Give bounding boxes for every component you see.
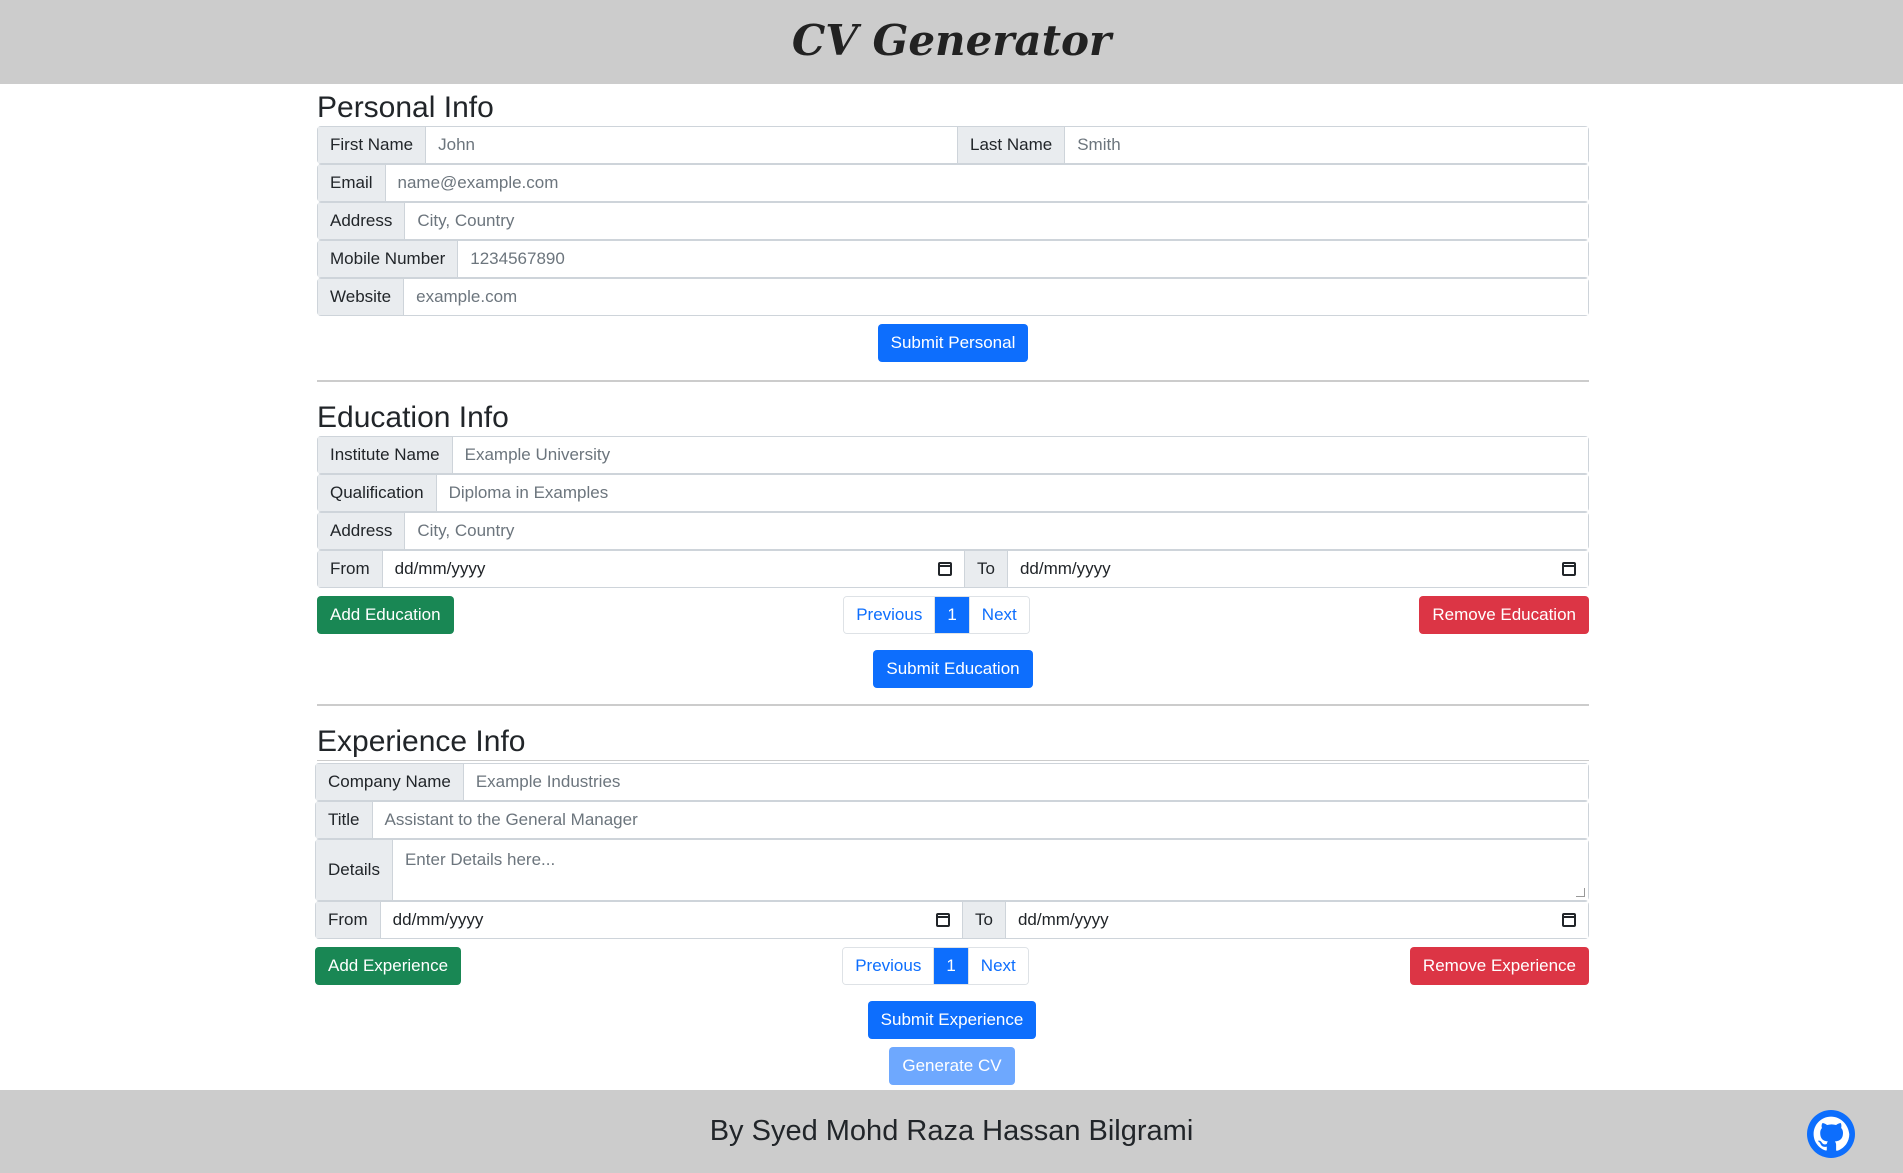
submit-education-button[interactable]: Submit Education: [873, 650, 1033, 688]
pagination-page[interactable]: 1: [933, 948, 968, 984]
education-dates-row: From dd/mm/yyyy To dd/mm/yyyy: [317, 550, 1589, 588]
personal-info-heading: Personal Info: [317, 91, 494, 124]
pagination-next[interactable]: Next: [968, 597, 1029, 633]
add-experience-button[interactable]: Add Experience: [315, 947, 462, 985]
main-content: Personal Info First Name John Last Name …: [315, 84, 1589, 1085]
education-from-date[interactable]: dd/mm/yyyy: [382, 551, 964, 587]
email-input[interactable]: name@example.com: [385, 165, 1588, 201]
education-to-value: dd/mm/yyyy: [1019, 559, 1111, 578]
education-info-heading: Education Info: [317, 401, 509, 434]
address-input[interactable]: City, Country: [405, 203, 1588, 239]
remove-education-button[interactable]: Remove Education: [1419, 596, 1589, 634]
pagination-page[interactable]: 1: [934, 597, 969, 633]
last-name-label: Last Name: [957, 127, 1066, 163]
add-education-button[interactable]: Add Education: [317, 596, 454, 634]
submit-experience-button[interactable]: Submit Experience: [867, 1001, 1037, 1039]
education-address-row: Address City, Country: [317, 512, 1589, 550]
education-from-label: From: [318, 551, 383, 587]
website-label: Website: [318, 279, 405, 315]
address-label: Address: [318, 203, 406, 239]
app-title: CV Generator: [791, 15, 1112, 65]
experience-pagination: Previous 1 Next: [842, 947, 1029, 985]
experience-dates-row: From dd/mm/yyyy To dd/mm/yyyy: [315, 901, 1589, 939]
experience-from-date[interactable]: dd/mm/yyyy: [380, 902, 962, 938]
education-pagination: Previous 1 Next: [843, 596, 1030, 634]
details-placeholder: Enter Details here...: [404, 850, 556, 869]
experience-to-label: To: [962, 902, 1006, 938]
github-icon[interactable]: [1807, 1110, 1855, 1158]
qualification-row: Qualification Diploma in Examples: [317, 474, 1589, 512]
education-to-label: To: [964, 551, 1008, 587]
experience-from-label: From: [316, 902, 381, 938]
title-row: Title Assistant to the General Manager: [315, 801, 1589, 839]
first-name-input[interactable]: John: [426, 127, 957, 163]
personal-form: First Name John Last Name Smith Email na…: [317, 126, 1589, 316]
generate-cv-button[interactable]: Generate CV: [889, 1047, 1015, 1085]
details-textarea[interactable]: Enter Details here...: [392, 840, 1588, 900]
education-actions: Add Education Previous 1 Next Remove Edu…: [317, 596, 1589, 634]
email-row: Email name@example.com: [317, 164, 1589, 202]
calendar-icon[interactable]: [938, 562, 952, 576]
divider: [317, 380, 1589, 382]
education-to-date[interactable]: dd/mm/yyyy: [1007, 551, 1588, 587]
qualification-input[interactable]: Diploma in Examples: [436, 475, 1588, 511]
footer-bar: By Syed Mohd Raza Hassan Bilgrami: [0, 1090, 1903, 1173]
resize-handle-icon[interactable]: [1576, 888, 1585, 897]
details-label: Details: [316, 840, 393, 900]
pagination-previous[interactable]: Previous: [843, 948, 934, 984]
divider: [317, 760, 1589, 761]
calendar-icon[interactable]: [936, 913, 950, 927]
first-name-label: First Name: [318, 127, 427, 163]
education-form: Institute Name Example University Qualif…: [317, 436, 1589, 588]
remove-experience-button[interactable]: Remove Experience: [1409, 947, 1589, 985]
institute-input[interactable]: Example University: [452, 437, 1588, 473]
title-input[interactable]: Assistant to the General Manager: [372, 802, 1588, 838]
education-address-label: Address: [318, 513, 406, 549]
email-label: Email: [318, 165, 386, 201]
address-row: Address City, Country: [317, 202, 1589, 240]
details-row: Details Enter Details here...: [315, 839, 1589, 901]
education-from-value: dd/mm/yyyy: [394, 559, 486, 578]
mobile-row: Mobile Number 1234567890: [317, 240, 1589, 278]
experience-info-heading: Experience Info: [317, 725, 526, 758]
institute-label: Institute Name: [318, 437, 453, 473]
company-label: Company Name: [316, 764, 464, 800]
calendar-icon[interactable]: [1562, 562, 1576, 576]
calendar-icon[interactable]: [1562, 913, 1576, 927]
header-bar: CV Generator: [0, 0, 1903, 84]
mobile-label: Mobile Number: [318, 241, 459, 277]
qualification-label: Qualification: [318, 475, 437, 511]
experience-to-value: dd/mm/yyyy: [1017, 910, 1109, 929]
website-row: Website example.com: [317, 278, 1589, 316]
experience-form: Company Name Example Industries Title As…: [315, 763, 1589, 1085]
company-row: Company Name Example Industries: [315, 763, 1589, 801]
submit-personal-button[interactable]: Submit Personal: [877, 324, 1029, 362]
website-input[interactable]: example.com: [404, 279, 1588, 315]
experience-actions: Add Experience Previous 1 Next Remove Ex…: [315, 947, 1589, 985]
name-row: First Name John Last Name Smith: [317, 126, 1589, 164]
title-label: Title: [316, 802, 373, 838]
divider: [317, 704, 1589, 706]
experience-to-date[interactable]: dd/mm/yyyy: [1005, 902, 1588, 938]
pagination-next[interactable]: Next: [967, 948, 1028, 984]
mobile-input[interactable]: 1234567890: [458, 241, 1588, 277]
education-address-input[interactable]: City, Country: [405, 513, 1588, 549]
company-input[interactable]: Example Industries: [463, 764, 1588, 800]
footer-credit: By Syed Mohd Raza Hassan Bilgrami: [709, 1115, 1194, 1147]
experience-from-value: dd/mm/yyyy: [392, 910, 484, 929]
last-name-input[interactable]: Smith: [1065, 127, 1588, 163]
institute-row: Institute Name Example University: [317, 436, 1589, 474]
pagination-previous[interactable]: Previous: [844, 597, 935, 633]
